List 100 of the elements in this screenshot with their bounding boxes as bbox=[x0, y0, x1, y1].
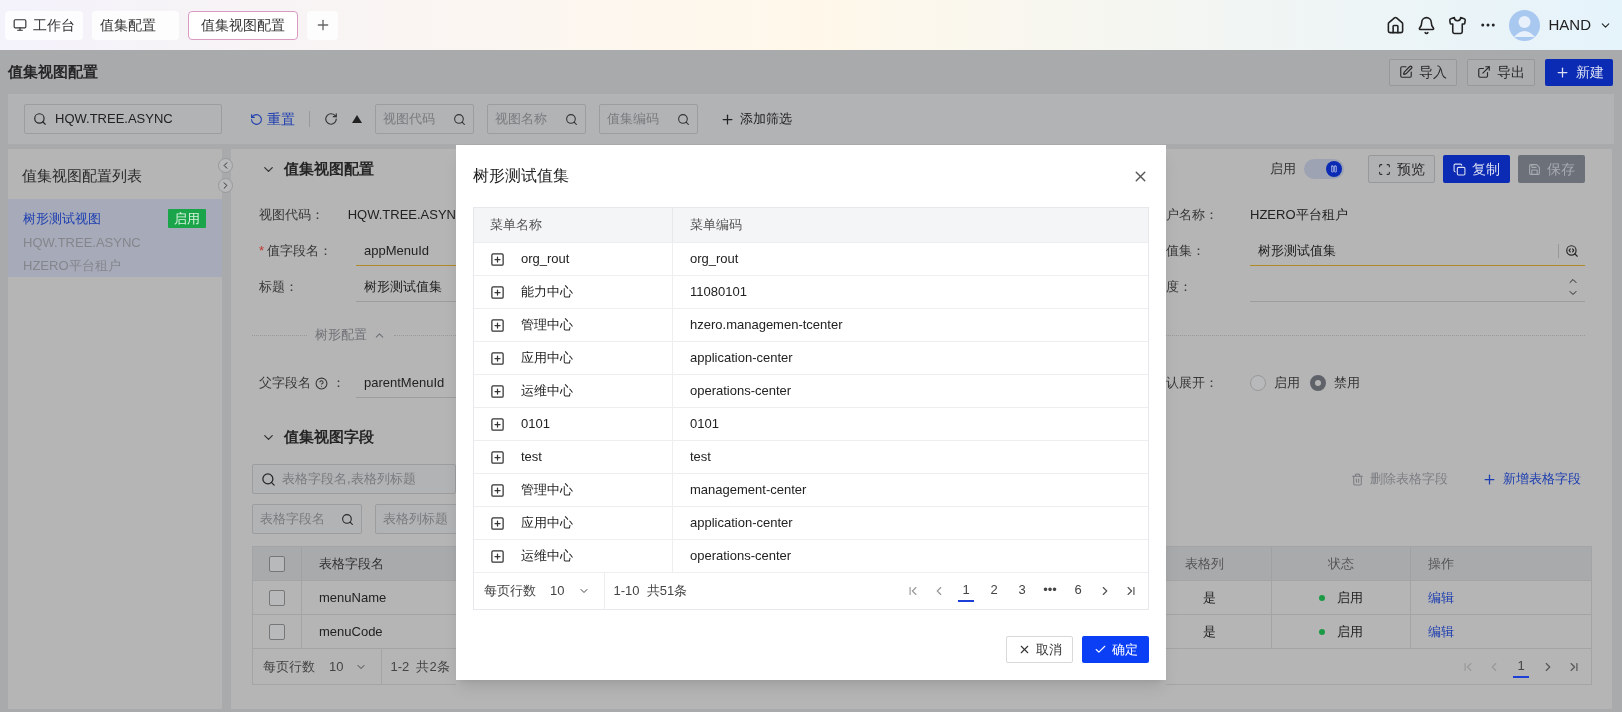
search-field[interactable]: HQW.TREE.ASYNC bbox=[24, 104, 222, 134]
table-cell-text: 0101 bbox=[521, 415, 550, 434]
column-header: 状态 bbox=[1272, 547, 1411, 580]
save-icon bbox=[1528, 162, 1541, 176]
field-value: HQW.TREE.ASYN bbox=[347, 206, 456, 225]
expand-row-icon[interactable] bbox=[490, 449, 505, 465]
table-cell-text: 能力中心 bbox=[521, 283, 573, 302]
radio-label: 禁用 bbox=[1334, 374, 1360, 393]
status-tag: 启用 bbox=[168, 209, 206, 229]
table-cell-text: application-center bbox=[689, 514, 793, 533]
field-label: 值集： bbox=[1166, 242, 1206, 261]
reset-button[interactable]: 重置 bbox=[250, 108, 295, 130]
column-header: 菜单编码 bbox=[689, 216, 742, 235]
new-button[interactable]: 新建 bbox=[1545, 58, 1613, 86]
checkbox[interactable] bbox=[269, 623, 285, 640]
status-text: 启用 bbox=[1337, 622, 1363, 641]
tab[interactable]: 值集视图配置 bbox=[188, 10, 298, 40]
tab[interactable]: 值集配置 bbox=[92, 10, 179, 40]
page-size-select[interactable]: 10 bbox=[329, 656, 368, 677]
import-button[interactable]: 导入 bbox=[1389, 58, 1457, 86]
column-header: 表格字段名 bbox=[318, 554, 384, 573]
page-number[interactable]: 3 bbox=[1014, 580, 1030, 602]
status-text: 启用 bbox=[1337, 588, 1363, 607]
page-number[interactable]: 1 bbox=[1513, 655, 1529, 678]
preview-button[interactable]: 预览 bbox=[1368, 155, 1435, 183]
edit-icon bbox=[1399, 65, 1413, 79]
page-size-label: 每页行数 bbox=[483, 582, 536, 601]
copy-icon bbox=[1453, 162, 1466, 176]
search-icon bbox=[33, 112, 47, 126]
monitor-icon bbox=[13, 18, 27, 32]
table-cell-text: 运维中心 bbox=[521, 547, 573, 566]
radio-button[interactable] bbox=[1310, 375, 1326, 391]
table-cell-text: 管理中心 bbox=[521, 316, 573, 335]
expand-row-icon[interactable] bbox=[490, 284, 505, 300]
pause-icon bbox=[1330, 165, 1338, 173]
page-number[interactable]: ••• bbox=[1042, 580, 1058, 602]
check-icon bbox=[1093, 643, 1107, 656]
plus-icon bbox=[1482, 471, 1497, 487]
expand-row-icon[interactable] bbox=[490, 548, 505, 564]
table-cell-text: test bbox=[521, 448, 542, 467]
table-cell-text: menuCode bbox=[318, 622, 383, 641]
table-cell-text: application-center bbox=[689, 349, 793, 368]
plus-icon bbox=[1554, 64, 1570, 80]
cancel-button[interactable]: 取消 bbox=[1006, 636, 1073, 663]
expand-row-icon[interactable] bbox=[490, 251, 505, 267]
page-number[interactable]: 2 bbox=[986, 580, 1002, 602]
switch-label: 启用 bbox=[1270, 160, 1296, 179]
add-tab-button[interactable] bbox=[307, 10, 338, 40]
radio-button[interactable] bbox=[1250, 375, 1266, 391]
search-icon bbox=[453, 112, 466, 126]
field-label: 值字段名： bbox=[267, 242, 333, 261]
user-name: HAND bbox=[1548, 14, 1591, 35]
table-cell-text: 管理中心 bbox=[521, 481, 573, 500]
plus-icon bbox=[720, 111, 735, 127]
page-number[interactable]: 1 bbox=[958, 580, 974, 602]
home-icon[interactable] bbox=[1386, 15, 1406, 35]
add-filter-button[interactable]: 添加筛选 bbox=[720, 109, 792, 129]
field-label: 度： bbox=[1166, 278, 1193, 297]
page-number[interactable]: 6 bbox=[1070, 580, 1086, 602]
collapse-triangle-icon[interactable] bbox=[352, 115, 362, 123]
table-cell-text: 11080101 bbox=[689, 283, 747, 302]
lookup-field[interactable]: 树形测试值集 bbox=[1250, 236, 1585, 266]
table-cell-text: management-center bbox=[689, 481, 807, 500]
table-cell-text: org_rout bbox=[521, 250, 570, 269]
expand-row-icon[interactable] bbox=[490, 515, 505, 531]
copy-button[interactable]: 复制 bbox=[1443, 155, 1510, 183]
add-field-button[interactable]: 新增表格字段 bbox=[1482, 469, 1581, 489]
refresh-icon[interactable] bbox=[324, 112, 338, 126]
dialog-title: 树形测试值集 bbox=[473, 166, 569, 186]
scan-icon bbox=[1378, 162, 1391, 176]
expand-row-icon[interactable] bbox=[490, 350, 505, 366]
edit-link[interactable]: 编辑 bbox=[1411, 581, 1454, 614]
search-icon bbox=[565, 112, 578, 126]
checkbox[interactable] bbox=[269, 589, 285, 606]
edit-link[interactable]: 编辑 bbox=[1411, 615, 1454, 648]
last-page-icon[interactable] bbox=[1124, 584, 1138, 598]
confirm-button[interactable]: 确定 bbox=[1082, 636, 1149, 663]
colon: ： bbox=[332, 374, 345, 393]
help-icon[interactable] bbox=[315, 376, 328, 390]
expand-row-icon[interactable] bbox=[490, 482, 505, 498]
field-label: 视图代码： bbox=[259, 206, 324, 225]
table-cell-text: 应用中心 bbox=[521, 514, 573, 533]
export-button[interactable]: 导出 bbox=[1467, 58, 1535, 86]
field-label: 认展开： bbox=[1166, 374, 1219, 393]
bell-icon[interactable] bbox=[1417, 15, 1437, 35]
tab[interactable]: 工作台 bbox=[5, 10, 83, 40]
table-cell-text: 运维中心 bbox=[521, 382, 573, 401]
expand-row-icon[interactable] bbox=[490, 317, 505, 333]
shirt-icon[interactable] bbox=[1448, 15, 1468, 35]
table-cell-text: operations-center bbox=[689, 547, 792, 566]
field-label: 户名称： bbox=[1166, 206, 1219, 225]
toggle-switch[interactable] bbox=[1304, 159, 1344, 179]
expand-row-icon[interactable] bbox=[490, 383, 505, 399]
search-icon bbox=[341, 512, 354, 526]
radio-label: 启用 bbox=[1274, 374, 1300, 393]
checkbox[interactable] bbox=[269, 555, 285, 572]
page-size-label: 每页行数 bbox=[262, 657, 315, 676]
expand-row-icon[interactable] bbox=[490, 416, 505, 432]
page-size-select[interactable]: 10 bbox=[550, 581, 591, 601]
column-header: 操作 bbox=[1427, 554, 1454, 573]
